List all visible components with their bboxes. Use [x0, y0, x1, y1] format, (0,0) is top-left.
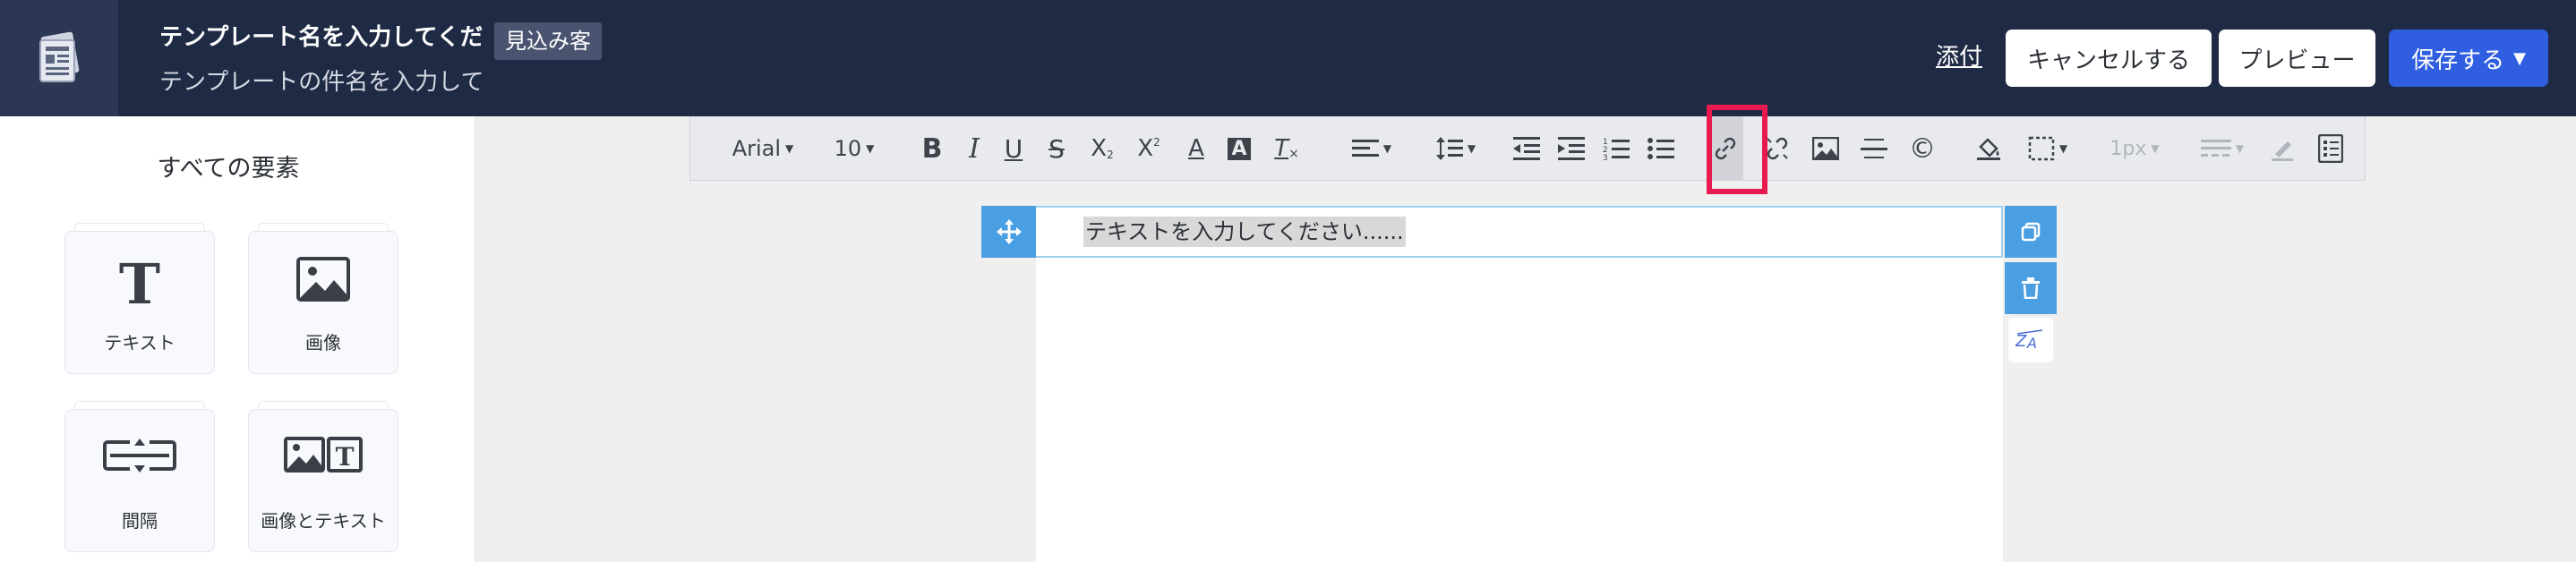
elements-panel: すべての要素 T テキスト 画像 間隔 T 画像とテキスト [0, 116, 475, 562]
element-image[interactable]: 画像 [248, 223, 398, 374]
font-size-select[interactable]: 10 ▼ [826, 116, 882, 181]
attach-link[interactable]: 添付 [1936, 39, 1982, 75]
fill-color-icon[interactable] [1973, 116, 2005, 181]
border-width-value: 1px [2110, 137, 2147, 160]
underline-icon[interactable]: U [998, 116, 1029, 181]
element-label: 間隔 [122, 510, 158, 532]
ordered-list-icon[interactable]: 123 [1600, 116, 1632, 181]
italic-icon[interactable]: I [959, 116, 989, 181]
element-text[interactable]: T テキスト [64, 223, 215, 374]
svg-text:3: 3 [1603, 154, 1608, 161]
border-width-select[interactable]: 1px ▼ [2103, 116, 2166, 181]
caret-down-icon: ▼ [2151, 142, 2160, 155]
insert-image-icon[interactable] [1810, 116, 1842, 181]
font-size-value: 10 [834, 136, 862, 161]
element-label: 画像とテキスト [261, 510, 386, 532]
text-icon: T [65, 257, 214, 311]
spacer-icon [65, 435, 214, 476]
format-toolbar: Arial ▼ 10 ▼ B I U S X2 X2 A A T × ▼ ▼ 123 … [689, 116, 2366, 181]
chevron-down-icon: ▼ [2513, 48, 2526, 68]
clear-format-icon[interactable]: T × [1269, 116, 1305, 181]
element-label: テキスト [104, 332, 175, 353]
font-color-icon[interactable]: A [1181, 116, 1211, 181]
outdent-icon[interactable] [1511, 116, 1543, 181]
element-spacer[interactable]: 間隔 [64, 401, 215, 552]
svg-text:A: A [2026, 335, 2037, 352]
border-select-icon[interactable]: ▼ [2021, 116, 2075, 181]
font-family-select[interactable]: Arial ▼ [723, 116, 803, 181]
move-handle-icon[interactable] [981, 206, 1036, 258]
element-label: 画像 [305, 332, 341, 353]
image-icon [249, 257, 398, 303]
indent-icon[interactable] [1555, 116, 1588, 181]
unordered-list-icon[interactable] [1645, 116, 1677, 181]
svg-text:T: T [119, 257, 160, 311]
translate-icon[interactable]: ZA [2008, 318, 2053, 362]
element-image-text[interactable]: T 画像とテキスト [248, 401, 398, 552]
text-block-content[interactable]: テキストを入力してください...... [1083, 217, 1406, 247]
template-subject-input[interactable]: テンプレートの件名を入力してください [159, 64, 482, 100]
cancel-button[interactable]: キャンセルする [2006, 30, 2212, 87]
caret-down-icon: ▼ [866, 142, 875, 155]
trash-icon[interactable] [2005, 262, 2057, 314]
special-character-icon[interactable]: © [1906, 116, 1938, 181]
border-style-icon[interactable]: ▼ [2196, 116, 2248, 181]
font-family-value: Arial [732, 136, 782, 161]
category-badge[interactable]: 見込み客 [494, 22, 602, 60]
save-button[interactable]: 保存する ▼ [2389, 30, 2548, 87]
svg-text:T: T [336, 442, 355, 472]
strikethrough-icon[interactable]: S [1041, 116, 1072, 181]
email-canvas[interactable] [1036, 206, 2003, 562]
panel-title: すべての要素 [157, 155, 300, 183]
background-color-icon[interactable]: A [1224, 116, 1254, 181]
horizontal-line-icon[interactable] [1858, 116, 1890, 181]
caret-down-icon: ▼ [785, 142, 794, 155]
superscript-icon[interactable]: X2 [1131, 116, 1167, 181]
checklist-icon[interactable] [2315, 116, 2347, 181]
bold-icon[interactable]: B [916, 116, 948, 181]
preview-button[interactable]: プレビュー [2219, 30, 2375, 87]
link-highlight-box [1707, 105, 1767, 194]
align-select-icon[interactable]: ▼ [1348, 116, 1396, 181]
border-color-icon[interactable] [2266, 116, 2298, 181]
template-name-input[interactable]: テンプレート名を入力してください [159, 18, 482, 57]
subscript-icon[interactable]: X2 [1084, 116, 1120, 181]
save-button-label: 保存する [2411, 47, 2505, 74]
template-icon [0, 0, 118, 116]
image-text-icon: T [249, 435, 398, 474]
svg-text:Z: Z [2015, 332, 2027, 351]
top-header: テンプレート名を入力してください 見込み客 テンプレートの件名を入力してください… [0, 0, 2576, 116]
copy-icon[interactable] [2005, 206, 2057, 258]
line-height-icon[interactable]: ▼ [1432, 116, 1480, 181]
